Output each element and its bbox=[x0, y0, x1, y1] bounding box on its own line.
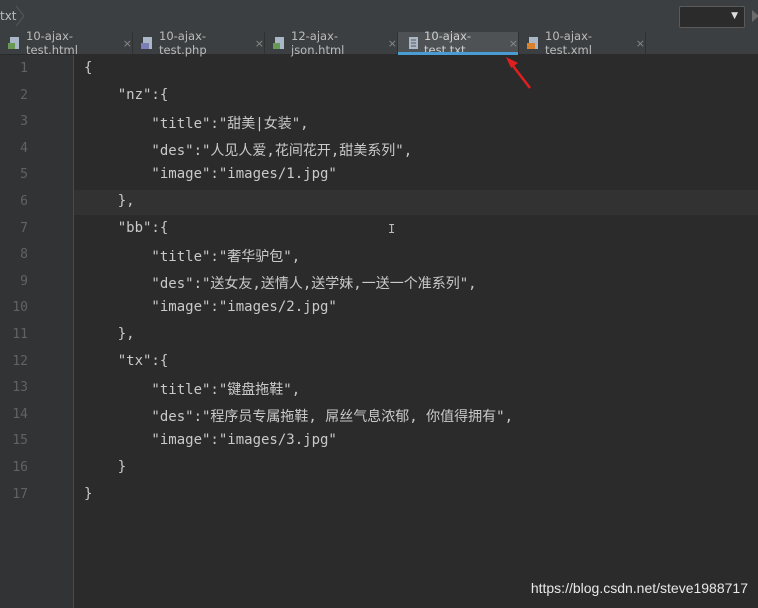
line-number: 11 bbox=[12, 327, 28, 342]
code-line[interactable]: }, bbox=[84, 193, 135, 209]
line-number: 7 bbox=[20, 221, 28, 236]
html-file-icon bbox=[8, 36, 22, 50]
code-line[interactable]: "tx":{ bbox=[84, 353, 169, 369]
tab-label: 10-ajax-test.php bbox=[159, 29, 207, 57]
code-line[interactable]: "nz":{ bbox=[84, 87, 169, 103]
code-line[interactable]: "image":"images/3.jpg" bbox=[84, 432, 336, 448]
line-number: 16 bbox=[12, 460, 28, 475]
dropdown-arrow-icon: ▼ bbox=[731, 11, 738, 21]
code-line[interactable]: } bbox=[84, 459, 126, 475]
text-file-icon bbox=[406, 36, 420, 50]
php-file-icon bbox=[141, 36, 155, 50]
line-number: 13 bbox=[12, 380, 28, 395]
tab-12-ajax-json-html[interactable]: 12-ajax-json.html × bbox=[265, 29, 398, 57]
code-line[interactable]: }, bbox=[84, 326, 135, 342]
close-icon[interactable]: × bbox=[388, 37, 397, 50]
code-line[interactable]: "title":"甜美|女装", bbox=[84, 113, 308, 133]
line-number: 17 bbox=[12, 487, 28, 502]
run-icon[interactable] bbox=[752, 10, 758, 22]
code-line[interactable]: } bbox=[84, 486, 92, 502]
tab-10-ajax-test-txt[interactable]: 10-ajax-test.txt × bbox=[398, 29, 519, 57]
run-config-dropdown[interactable]: ▼ bbox=[679, 6, 745, 28]
line-number: 9 bbox=[20, 274, 28, 289]
tab-label: 10-ajax-test.xml bbox=[545, 29, 593, 57]
line-number: 12 bbox=[12, 354, 28, 369]
red-arrow-annotation-icon bbox=[506, 57, 531, 89]
line-number: 1 bbox=[20, 61, 28, 76]
text-cursor-icon: I bbox=[388, 222, 396, 236]
line-number: 15 bbox=[12, 433, 28, 448]
tab-10-ajax-test-xml[interactable]: 10-ajax-test.xml × bbox=[519, 29, 646, 57]
watermark: https://blog.csdn.net/steve1988717 bbox=[530, 580, 748, 596]
line-number: 3 bbox=[20, 114, 28, 129]
xml-file-icon bbox=[527, 36, 541, 50]
close-icon[interactable]: × bbox=[636, 37, 645, 50]
tab-10-ajax-test-html[interactable]: 10-ajax-test.html × bbox=[0, 29, 133, 57]
line-number: 6 bbox=[20, 194, 28, 209]
line-number: 10 bbox=[12, 300, 28, 315]
code-line[interactable]: "bb":{ bbox=[84, 220, 169, 236]
code-line[interactable]: "title":"奢华驴包", bbox=[84, 246, 300, 266]
close-icon[interactable]: × bbox=[509, 37, 518, 50]
line-number: 5 bbox=[20, 167, 28, 182]
editor-tab-bar: 10-ajax-test.html × 10-ajax-test.php × 1… bbox=[0, 29, 758, 57]
tab-label: 12-ajax-json.html bbox=[291, 29, 345, 57]
line-number: 2 bbox=[20, 88, 28, 103]
line-number: 8 bbox=[20, 247, 28, 262]
code-line[interactable]: "image":"images/2.jpg" bbox=[84, 299, 336, 315]
code-line[interactable]: "title":"键盘拖鞋", bbox=[84, 379, 300, 399]
code-line[interactable]: { bbox=[84, 60, 92, 76]
current-line-highlight bbox=[74, 190, 758, 215]
line-number: 14 bbox=[12, 407, 28, 422]
close-icon[interactable]: × bbox=[123, 37, 132, 50]
close-icon[interactable]: × bbox=[255, 37, 264, 50]
code-line[interactable]: "des":"人见人爱,花间花开,甜美系列", bbox=[84, 140, 412, 160]
line-number: 4 bbox=[20, 141, 28, 156]
tab-10-ajax-test-php[interactable]: 10-ajax-test.php × bbox=[133, 29, 265, 57]
code-line[interactable]: "des":"程序员专属拖鞋, 屌丝气息浓郁, 你值得拥有", bbox=[84, 406, 513, 426]
tab-label: 10-ajax-test.txt bbox=[424, 29, 472, 57]
tab-label: 10-ajax-test.html bbox=[26, 29, 78, 57]
top-toolbar: txt ▼ bbox=[0, 0, 758, 32]
breadcrumb-separator-icon bbox=[15, 5, 25, 27]
html-file-icon bbox=[273, 36, 287, 50]
code-line[interactable]: "image":"images/1.jpg" bbox=[84, 166, 336, 182]
code-line[interactable]: "des":"送女友,送情人,送学妹,一送一个准系列", bbox=[84, 273, 476, 293]
